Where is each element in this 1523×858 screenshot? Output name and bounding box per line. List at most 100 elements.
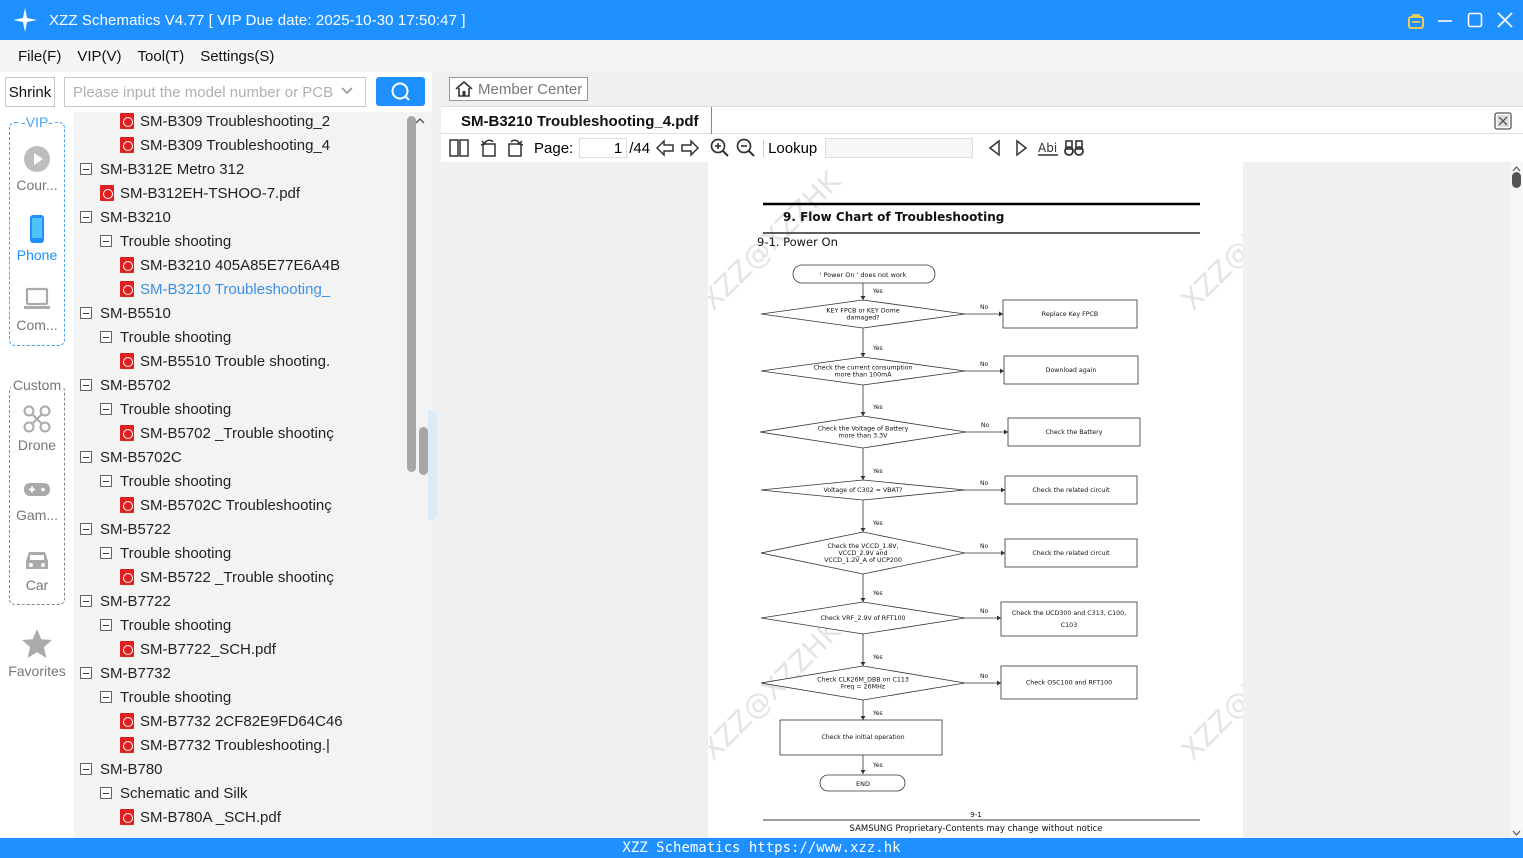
tree-folder-item[interactable]: SM-B5722 (80, 517, 171, 541)
collapse-toggle-icon[interactable] (80, 595, 92, 607)
tree-file-item[interactable]: SM-B5722 _Trouble shootinç (120, 565, 334, 589)
tree-file-item[interactable]: SM-B780A _SCH.pdf (120, 805, 281, 829)
collapse-toggle-icon[interactable] (100, 475, 112, 487)
collapse-toggle-icon[interactable] (100, 547, 112, 559)
tree-file-item[interactable]: SM-B5510 Trouble shooting. (120, 349, 330, 373)
tree-folder-item[interactable]: Trouble shooting (100, 397, 231, 421)
no-label: No (980, 673, 988, 680)
tree-folder-item[interactable]: SM-B5702 (80, 373, 171, 397)
lookup-input[interactable] (825, 138, 974, 158)
decision-text: Check VRF_2.9V of RFT100 (821, 615, 906, 622)
tree-folder-item[interactable]: SM-B7732 (80, 661, 171, 685)
decision-text: more than 100mA (834, 372, 892, 379)
tab-document[interactable]: SM-B3210 Troubleshooting_4.pdf (449, 107, 712, 135)
collapse-toggle-icon[interactable] (80, 211, 92, 223)
search-prev-icon[interactable] (985, 138, 1005, 158)
zoom-in-icon[interactable] (709, 137, 731, 159)
collapse-toggle-icon[interactable] (80, 307, 92, 319)
tree-item-label: Trouble shooting (120, 688, 232, 706)
tree-file-item[interactable]: SM-B309 Troubleshooting_2 (120, 112, 330, 133)
menu-file[interactable]: File(F) (18, 48, 61, 65)
chevron-down-icon[interactable] (339, 82, 359, 102)
tree-file-item[interactable]: SM-B7722_SCH.pdf (120, 637, 276, 661)
search-input[interactable]: Please input the model number or PCB (64, 77, 366, 107)
tree-file-item[interactable]: SM-B3210 405A85E77E6A4B (120, 253, 340, 277)
tree-folder-item[interactable]: Schematic and Silk (100, 781, 248, 805)
zoom-out-icon[interactable] (735, 137, 757, 159)
viewer-scroll-thumb[interactable] (1512, 172, 1521, 188)
collapse-toggle-icon[interactable] (100, 787, 112, 799)
tree-folder-item[interactable]: SM-B780 (80, 757, 163, 781)
sidebar-item-games[interactable]: Gam... (0, 474, 74, 523)
tree-file-item[interactable]: SM-B7732 2CF82E9FD64C46 (120, 709, 343, 733)
tree-folder-item[interactable]: Trouble shooting (100, 229, 231, 253)
maximize-button[interactable] (1467, 12, 1483, 28)
scroll-thumb-secondary[interactable] (419, 427, 428, 475)
tree-file-item[interactable]: SM-B5702C Troubleshootinç (120, 493, 332, 517)
member-center-button[interactable]: Member Center (449, 77, 588, 101)
tree-folder-item[interactable]: SM-B5510 (80, 301, 171, 325)
page-number-input[interactable]: 1 (579, 138, 628, 158)
tree-scrollbar[interactable] (407, 112, 438, 838)
collapse-toggle-icon[interactable] (80, 523, 92, 535)
collapse-toggle-icon[interactable] (100, 691, 112, 703)
collapse-toggle-icon[interactable] (80, 451, 92, 463)
rotate-left-icon[interactable] (478, 137, 500, 159)
shrink-button[interactable]: Shrink (5, 77, 55, 107)
scroll-down-icon[interactable] (1510, 828, 1523, 838)
tree-folder-item[interactable]: Trouble shooting (100, 613, 231, 637)
tree-folder-item[interactable]: SM-B3210 (80, 205, 171, 229)
minimize-button[interactable] (1437, 12, 1453, 28)
collapse-toggle-icon[interactable] (100, 619, 112, 631)
tree-file-item[interactable]: SM-B309 Troubleshooting_4 (120, 133, 330, 157)
sidebar-item-phone[interactable]: Phone (0, 214, 74, 263)
tree-file-item[interactable]: SM-B312EH-TSHOO-7.pdf (100, 181, 300, 205)
two-page-icon[interactable] (448, 137, 470, 159)
close-tabs-icon[interactable] (1493, 111, 1513, 131)
rotate-right-icon[interactable] (504, 137, 526, 159)
pdf-viewer[interactable]: XZZ@XZZHK XZZ@XZZHK XZZ@XZZHK XZZ@XZZHK 9. F… (441, 162, 1523, 838)
match-case-icon[interactable]: Abi (1037, 138, 1059, 158)
menu-vip[interactable]: VIP(V) (77, 48, 121, 65)
tree-item-label: SM-B5702 _Trouble shootinç (140, 424, 334, 442)
sidebar-item-drone[interactable]: Drone (0, 404, 74, 453)
sidebar-item-computer[interactable]: Com... (0, 284, 74, 333)
tree-folder-item[interactable]: Trouble shooting (100, 325, 231, 349)
flow-arrowhead (860, 598, 866, 602)
tree-folder-item[interactable]: SM-B312E Metro 312 (80, 157, 244, 181)
sidebar-item-car[interactable]: Car (0, 544, 74, 593)
tree-folder-item[interactable]: Trouble shooting (100, 469, 231, 493)
collapse-toggle-icon[interactable] (80, 763, 92, 775)
vip-bag-icon[interactable] (1407, 12, 1424, 29)
collapse-toggle-icon[interactable] (80, 379, 92, 391)
tree-file-item[interactable]: SM-B5702 _Trouble shootinç (120, 421, 334, 445)
menu-tool[interactable]: Tool(T) (138, 48, 185, 65)
binoculars-icon[interactable] (1063, 138, 1085, 158)
tree-folder-item[interactable]: SM-B7722 (80, 589, 171, 613)
scroll-thumb[interactable] (407, 116, 416, 472)
collapse-handle[interactable] (428, 410, 438, 520)
collapse-toggle-icon[interactable] (80, 163, 92, 175)
collapse-toggle-icon[interactable] (100, 235, 112, 247)
collapse-toggle-icon[interactable] (80, 667, 92, 679)
tree-file-item[interactable]: SM-B3210 Troubleshooting_ (120, 277, 330, 301)
prev-page-arrow-icon[interactable] (654, 137, 676, 159)
sidebar-item-courses[interactable]: Cour... (0, 144, 74, 193)
menu-settings[interactable]: Settings(S) (200, 48, 274, 65)
tree-folder-item[interactable]: Trouble shooting (100, 541, 231, 565)
sidebar-item-favorites[interactable]: Favorites (0, 628, 74, 679)
collapse-toggle-icon[interactable] (100, 331, 112, 343)
action-text: Check the UCD300 and C313, C100, (1012, 610, 1126, 617)
search-next-icon[interactable] (1011, 138, 1031, 158)
tree-item-label: SM-B780A _SCH.pdf (140, 808, 281, 826)
collapse-toggle-icon[interactable] (100, 403, 112, 415)
pdf-file-icon (120, 137, 134, 153)
tree-folder-item[interactable]: Trouble shooting (100, 685, 231, 709)
tree-item-label: SM-B780 (100, 760, 163, 778)
search-button[interactable] (376, 77, 425, 106)
close-button[interactable] (1497, 12, 1513, 28)
tree-folder-item[interactable]: SM-B5702C (80, 445, 182, 469)
tree-file-item[interactable]: SM-B7732 Troubleshooting.| (120, 733, 330, 757)
viewer-scrollbar[interactable] (1510, 162, 1523, 838)
next-page-arrow-icon[interactable] (679, 137, 701, 159)
